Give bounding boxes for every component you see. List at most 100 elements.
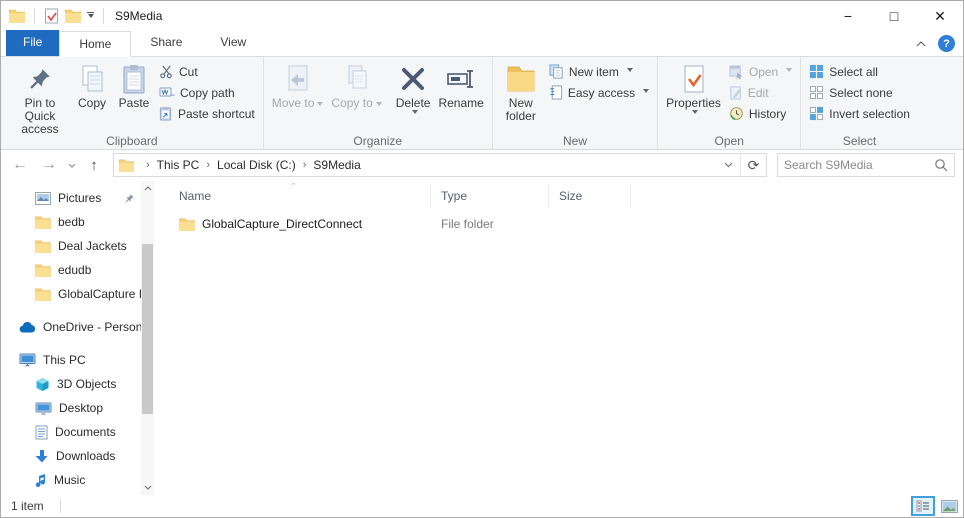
folder-icon: [179, 218, 195, 231]
qat-properties-icon[interactable]: [44, 8, 59, 24]
scroll-down-icon[interactable]: [144, 480, 152, 495]
sidebar-scrollbar[interactable]: [141, 181, 154, 495]
sidebar-item-this-pc[interactable]: This PC: [1, 348, 141, 372]
select-all-button[interactable]: Select all: [805, 61, 914, 82]
sidebar-item-globalcapture[interactable]: GlobalCapture In: [1, 282, 141, 306]
ribbon-group-open: Properties Open Edit: [657, 57, 800, 149]
clipboard-group-label: Clipboard: [1, 134, 263, 148]
scroll-up-icon[interactable]: [144, 181, 152, 196]
open-icon: [729, 65, 744, 79]
paste-shortcut-button[interactable]: Paste shortcut: [155, 103, 259, 124]
copy-button[interactable]: Copy: [71, 58, 113, 110]
copy-path-icon: [159, 86, 175, 99]
cut-button[interactable]: Cut: [155, 61, 259, 82]
help-icon[interactable]: ?: [938, 35, 955, 52]
new-item-icon: [549, 64, 564, 79]
sidebar-item-edudb[interactable]: edudb: [1, 258, 141, 282]
back-button[interactable]: ←: [5, 152, 35, 178]
large-icons-view-button[interactable]: [938, 497, 960, 515]
sidebar-item-pictures-quickaccess[interactable]: Pictures: [1, 186, 141, 210]
pin-icon: [27, 62, 53, 96]
invert-selection-button[interactable]: Invert selection: [805, 103, 914, 124]
new-item-button[interactable]: New item: [545, 61, 653, 82]
properties-dropdown-caret: [692, 110, 698, 117]
tab-file[interactable]: File: [6, 30, 59, 56]
history-button[interactable]: History: [725, 103, 796, 124]
tab-share[interactable]: Share: [131, 30, 201, 56]
quick-access-toolbar: [9, 8, 107, 24]
paste-icon: [121, 62, 147, 96]
address-dropdown-icon[interactable]: [717, 162, 740, 168]
paste-shortcut-icon: [159, 106, 173, 121]
select-none-icon: [809, 85, 824, 100]
file-row[interactable]: GlobalCapture_DirectConnect File folder: [156, 210, 963, 238]
breadcrumb-local-disk-c[interactable]: Local Disk (C:): [217, 158, 296, 172]
up-button[interactable]: ↑: [81, 152, 107, 178]
ribbon-group-new: New folder New item Easy access: [492, 57, 657, 149]
qat-separator: [103, 8, 104, 24]
file-type: File folder: [431, 217, 549, 231]
sidebar-item-downloads[interactable]: Downloads: [1, 444, 141, 468]
pictures-icon: [35, 192, 51, 205]
move-to-icon: [285, 62, 311, 96]
column-header-size[interactable]: Size: [549, 184, 631, 208]
qat-separator: [34, 8, 35, 24]
folder-icon: [35, 264, 51, 277]
search-icon[interactable]: [934, 158, 948, 172]
item-count: 1 item: [1, 499, 44, 513]
recent-locations-icon[interactable]: [63, 152, 81, 178]
customize-qat-dropdown-icon[interactable]: [87, 12, 94, 21]
select-none-button[interactable]: Select none: [805, 82, 914, 103]
sidebar-item-deal-jackets[interactable]: Deal Jackets: [1, 234, 141, 258]
navigation-bar: ← → ↑ › This PC › Local Disk (C:) › S9Me…: [1, 150, 963, 180]
breadcrumb-chevron: ›: [296, 159, 314, 171]
copy-to-dropdown-caret: [376, 102, 382, 109]
computer-icon: [19, 353, 36, 367]
scrollbar-thumb[interactable]: [142, 244, 153, 414]
refresh-icon[interactable]: ⟳: [740, 154, 766, 176]
open-dropdown-caret: [786, 68, 792, 75]
tab-home[interactable]: Home: [59, 31, 131, 57]
pin-to-quick-access-button[interactable]: Pin to Quick access: [9, 58, 71, 136]
edit-button[interactable]: Edit: [725, 82, 796, 103]
column-header-type[interactable]: Type: [431, 184, 549, 208]
qat-new-folder-icon[interactable]: [65, 9, 81, 23]
copy-path-button[interactable]: Copy path: [155, 82, 259, 103]
open-group-label: Open: [658, 134, 800, 148]
cube-icon: [35, 377, 50, 392]
minimize-button[interactable]: −: [825, 1, 871, 31]
status-separator: [60, 499, 61, 513]
breadcrumb-this-pc[interactable]: This PC: [157, 158, 200, 172]
open-button[interactable]: Open: [725, 61, 796, 82]
forward-button[interactable]: →: [35, 152, 63, 178]
file-name: GlobalCapture_DirectConnect: [202, 217, 362, 231]
sidebar-item-documents[interactable]: Documents: [1, 420, 141, 444]
tab-view[interactable]: View: [201, 30, 265, 56]
move-to-button[interactable]: Move to: [268, 58, 328, 110]
close-button[interactable]: ✕: [917, 1, 963, 31]
paste-button[interactable]: Paste: [113, 58, 155, 110]
sidebar-item-bedb[interactable]: bedb: [1, 210, 141, 234]
file-explorer-window: S9Media − □ ✕ File Home Share View ? Pin…: [0, 0, 964, 518]
window-controls: − □ ✕: [825, 1, 963, 31]
sidebar-item-desktop[interactable]: Desktop: [1, 396, 141, 420]
new-folder-icon: [506, 62, 536, 96]
search-input[interactable]: [784, 158, 934, 172]
address-bar[interactable]: › This PC › Local Disk (C:) › S9Media ⟳: [113, 153, 767, 177]
details-view-button[interactable]: [911, 496, 935, 516]
easy-access-button[interactable]: Easy access: [545, 82, 653, 103]
sidebar-item-onedrive[interactable]: OneDrive - Personal: [1, 315, 141, 339]
properties-button[interactable]: Properties: [662, 58, 725, 117]
sidebar-item-3d-objects[interactable]: 3D Objects: [1, 372, 141, 396]
sidebar-item-music[interactable]: Music: [1, 468, 141, 492]
rename-button[interactable]: Rename: [434, 58, 487, 110]
invert-selection-icon: [809, 106, 824, 121]
scrollbar-track[interactable]: [141, 196, 154, 480]
breadcrumb-s9media[interactable]: S9Media: [313, 158, 360, 172]
collapse-ribbon-icon[interactable]: [916, 41, 926, 47]
maximize-button[interactable]: □: [871, 1, 917, 31]
copy-to-button[interactable]: Copy to: [327, 58, 385, 110]
delete-button[interactable]: Delete: [392, 58, 435, 117]
new-folder-button[interactable]: New folder: [497, 58, 545, 123]
navigation-pane: Pictures bedb Deal Jackets edudb GlobalC…: [1, 181, 156, 495]
